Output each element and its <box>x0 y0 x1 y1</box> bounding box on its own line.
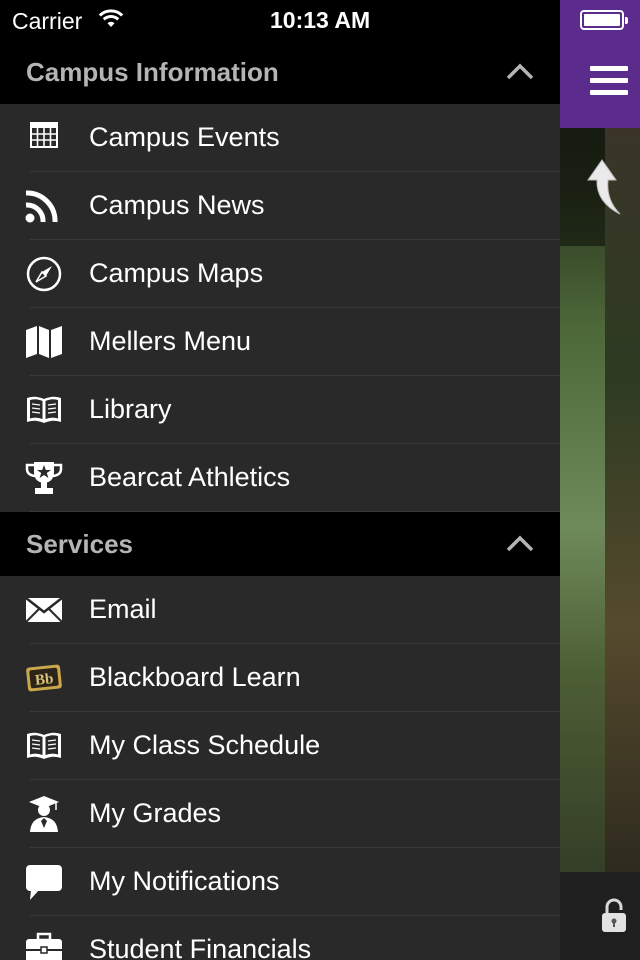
main-content-peek[interactable] <box>560 0 640 960</box>
menu-item-label: Campus Maps <box>89 258 264 288</box>
wifi-icon <box>98 9 124 34</box>
back-arrow-icon[interactable] <box>584 158 624 223</box>
blackboard-icon: Bb <box>25 660 63 696</box>
compass-icon <box>25 256 63 292</box>
menu-item-campus-events[interactable]: Campus Events <box>0 104 560 172</box>
section-title: Services <box>26 529 133 559</box>
menu-item-bearcat-athletics[interactable]: Bearcat Athletics <box>0 444 560 512</box>
menu-item-label: Student Financials <box>89 934 312 960</box>
hamburger-menu-icon[interactable] <box>590 66 628 98</box>
lock-icon[interactable] <box>600 898 628 939</box>
menu-item-email[interactable]: Email <box>0 576 560 644</box>
rss-icon <box>25 188 63 224</box>
briefcase-icon <box>25 932 63 960</box>
menu-item-blackboard-learn[interactable]: Bb Blackboard Learn <box>0 644 560 712</box>
menu-item-mellers-menu[interactable]: Mellers Menu <box>0 308 560 376</box>
battery-icon <box>580 10 628 30</box>
speech-bubble-icon <box>25 864 63 900</box>
background-photo <box>605 128 640 960</box>
book-icon <box>25 392 63 428</box>
section-header-campus-information[interactable]: Campus Information <box>0 40 560 104</box>
menu-item-label: Bearcat Athletics <box>89 462 291 492</box>
menu-item-label: Campus Events <box>89 122 280 152</box>
menu-item-campus-news[interactable]: Campus News <box>0 172 560 240</box>
menu-item-label: Blackboard Learn <box>89 662 301 692</box>
menu-item-my-class-schedule[interactable]: My Class Schedule <box>0 712 560 780</box>
book-icon <box>25 728 63 764</box>
status-bar: Carrier 10:13 AM <box>0 0 560 40</box>
envelope-icon <box>25 592 63 628</box>
menu-item-label: My Notifications <box>89 866 280 896</box>
svg-text:Bb: Bb <box>34 671 54 689</box>
menu-item-label: My Grades <box>89 798 222 828</box>
trophy-icon <box>25 460 63 496</box>
menu-item-my-grades[interactable]: My Grades <box>0 780 560 848</box>
side-menu: Campus Information Campus Events Campus … <box>0 40 560 960</box>
map-icon <box>25 324 63 360</box>
carrier-label: Carrier <box>12 8 83 34</box>
menu-item-my-notifications[interactable]: My Notifications <box>0 848 560 916</box>
menu-item-student-financials[interactable]: Student Financials <box>0 916 560 960</box>
section-header-services[interactable]: Services <box>0 512 560 576</box>
menu-item-label: Mellers Menu <box>89 326 252 356</box>
calendar-icon <box>25 120 63 156</box>
menu-item-campus-maps[interactable]: Campus Maps <box>0 240 560 308</box>
chevron-up-icon[interactable] <box>506 62 534 85</box>
clock: 10:13 AM <box>270 7 371 33</box>
chevron-up-icon[interactable] <box>506 534 534 557</box>
menu-item-label: Campus News <box>89 190 265 220</box>
menu-item-library[interactable]: Library <box>0 376 560 444</box>
menu-item-label: Email <box>89 594 157 624</box>
section-title: Campus Information <box>26 57 279 87</box>
graduate-icon <box>25 796 63 832</box>
menu-item-label: My Class Schedule <box>89 730 321 760</box>
menu-item-label: Library <box>89 394 172 424</box>
